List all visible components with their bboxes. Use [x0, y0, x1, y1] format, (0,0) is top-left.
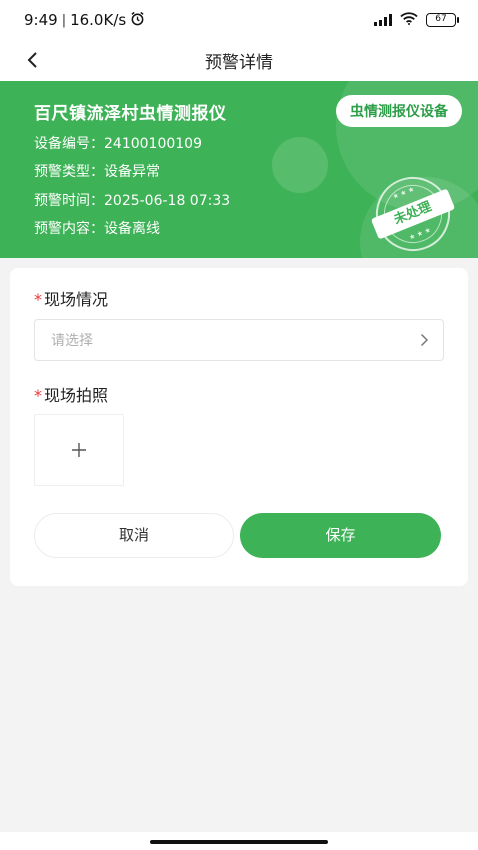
status-right: 67 — [374, 11, 459, 29]
plus-icon — [72, 443, 86, 457]
photo-label-text: 现场拍照 — [44, 386, 109, 405]
status-time: 9:49 — [24, 11, 58, 29]
photo-upload-button[interactable] — [34, 414, 124, 486]
status-left: 9:49 | 16.0K/s — [24, 11, 145, 30]
photo-label: * 现场拍照 — [34, 382, 108, 406]
required-mark: * — [34, 290, 42, 309]
alert-time: 预警时间：2025-06-18 07:33 — [34, 193, 231, 209]
alarm-icon — [130, 11, 145, 30]
scene-select-placeholder: 请选择 — [51, 333, 93, 349]
device-type-badge: 虫情测报仪设备 — [336, 95, 462, 127]
status-divider: | — [61, 12, 67, 28]
chevron-right-icon — [420, 333, 429, 347]
signal-icon — [374, 14, 392, 26]
status-bar: 9:49 | 16.0K/s 67 — [0, 0, 478, 40]
battery-icon: 67 — [426, 13, 459, 27]
alert-type: 预警类型：设备异常 — [34, 164, 160, 180]
required-mark: * — [34, 386, 42, 405]
alert-header: 百尺镇流泽村虫情测报仪 虫情测报仪设备 设备编号：24100100109 预警类… — [0, 81, 478, 258]
scene-label-text: 现场情况 — [44, 290, 109, 309]
scene-label: * 现场情况 — [34, 286, 108, 310]
wifi-icon — [400, 11, 418, 29]
save-button[interactable]: 保存 — [240, 513, 441, 558]
form-card: * 现场情况 请选择 * 现场拍照 取消 保存 — [10, 268, 468, 586]
device-name: 百尺镇流泽村虫情测报仪 — [34, 104, 227, 124]
decor-bubble — [272, 137, 328, 193]
nav-bar: 预警详情 — [0, 40, 478, 81]
device-number: 设备编号：24100100109 — [34, 136, 202, 152]
alert-content: 预警内容：设备离线 — [34, 221, 160, 237]
network-speed: 16.0K/s — [70, 11, 127, 29]
cancel-button[interactable]: 取消 — [34, 513, 234, 558]
chevron-left-icon — [27, 52, 37, 68]
back-button[interactable] — [20, 48, 44, 72]
scene-select[interactable]: 请选择 — [34, 319, 444, 361]
page-title: 预警详情 — [205, 53, 273, 73]
home-indicator[interactable] — [150, 840, 328, 844]
